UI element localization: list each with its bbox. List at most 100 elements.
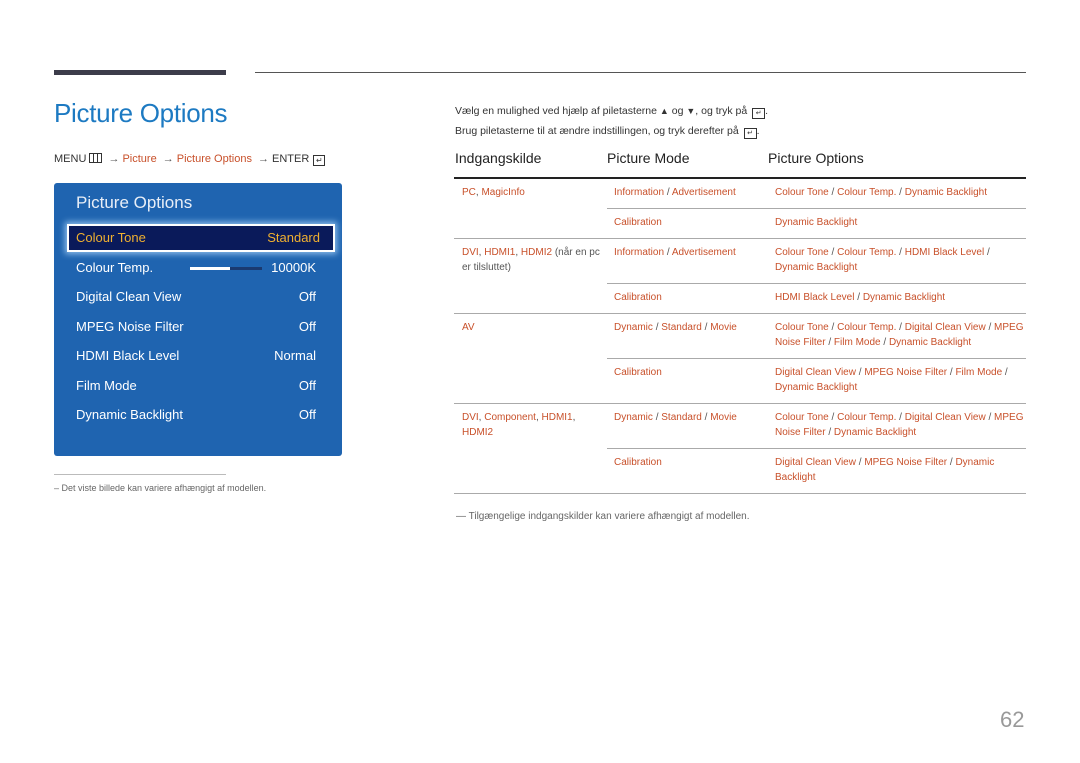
colour-temp-slider[interactable] bbox=[190, 267, 262, 270]
menu-item-colour-tone[interactable]: Colour Tone Standard bbox=[67, 224, 335, 252]
comma: , bbox=[572, 412, 576, 423]
menu-item-label: Dynamic Backlight bbox=[76, 407, 183, 422]
panel-title: Picture Options bbox=[76, 193, 193, 212]
column-header-picture-mode: Picture Mode bbox=[607, 150, 690, 166]
separator: / bbox=[704, 322, 708, 333]
menu-item-digital-clean-view[interactable]: Digital Clean View Off bbox=[76, 286, 318, 308]
breadcrumb-picture[interactable]: Picture bbox=[122, 153, 156, 165]
instructions: Vælg en mulighed ved hjælp af piletaster… bbox=[455, 101, 768, 141]
picture-option-link[interactable]: Colour Tone bbox=[775, 247, 829, 258]
separator: / bbox=[899, 412, 902, 423]
picture-mode-link[interactable]: Calibration bbox=[614, 457, 662, 468]
instruction-text: , og tryk på bbox=[695, 105, 748, 117]
source-link[interactable]: HDMI2 bbox=[521, 247, 552, 258]
table-row-group: DVI, Component, HDMI1, HDMI2 Dynamic / St… bbox=[454, 404, 1026, 494]
table-row: Calibration Dynamic Backlight bbox=[607, 208, 1026, 238]
picture-option-link[interactable]: Colour Tone bbox=[775, 187, 829, 198]
table-row: Calibration Digital Clean View / MPEG Noi… bbox=[607, 448, 1026, 493]
menu-item-label: Colour Temp. bbox=[76, 260, 154, 275]
picture-mode-link[interactable]: Dynamic bbox=[614, 412, 653, 423]
picture-mode-link[interactable]: Standard bbox=[661, 322, 702, 333]
menu-item-film-mode[interactable]: Film Mode Off bbox=[76, 375, 318, 397]
header-rule-thick bbox=[54, 70, 226, 75]
picture-mode-link[interactable]: Information bbox=[614, 187, 664, 198]
menu-item-hdmi-black-level[interactable]: HDMI Black Level Normal bbox=[76, 345, 318, 367]
picture-mode-link[interactable]: Movie bbox=[710, 412, 737, 423]
picture-mode-link[interactable]: Advertisement bbox=[672, 187, 736, 198]
menu-icon bbox=[89, 153, 103, 163]
arrow-icon: → bbox=[162, 153, 174, 165]
instruction-text: og bbox=[671, 105, 684, 117]
picture-options-cell: Colour Tone / Colour Temp. / HDMI Black … bbox=[775, 239, 1026, 283]
picture-mode-link[interactable]: Calibration bbox=[614, 367, 662, 378]
separator: / bbox=[949, 457, 953, 468]
picture-option-link[interactable]: Film Mode bbox=[955, 367, 1002, 378]
picture-mode-link[interactable]: Calibration bbox=[614, 292, 662, 303]
source-link[interactable]: PC bbox=[462, 187, 476, 198]
table-row-group: AV Dynamic / Standard / Movie Colour Tone … bbox=[454, 314, 1026, 404]
picture-option-link[interactable]: Dynamic Backlight bbox=[775, 262, 857, 273]
separator: / bbox=[899, 187, 902, 198]
picture-option-link[interactable]: Digital Clean View bbox=[905, 412, 986, 423]
picture-option-link[interactable]: Colour Temp. bbox=[837, 322, 896, 333]
picture-option-link[interactable]: Digital Clean View bbox=[775, 367, 856, 378]
up-arrow-icon: ▲ bbox=[659, 106, 669, 116]
source-link[interactable]: HDMI1 bbox=[484, 247, 515, 258]
separator: / bbox=[1004, 367, 1008, 378]
picture-mode-link[interactable]: Movie bbox=[710, 322, 737, 333]
menu-item-mpeg-noise-filter[interactable]: MPEG Noise Filter Off bbox=[76, 316, 318, 338]
menu-item-colour-temp[interactable]: Colour Temp. 10000K bbox=[76, 257, 318, 279]
picture-options-cell: Colour Tone / Colour Temp. / Digital Cle… bbox=[775, 404, 1026, 448]
picture-mode-link[interactable]: Information bbox=[614, 247, 664, 258]
picture-options-panel: Picture Options Colour Tone Standard Col… bbox=[54, 183, 342, 456]
picture-option-link[interactable]: Dynamic Backlight bbox=[775, 382, 857, 393]
picture-option-link[interactable]: Colour Tone bbox=[775, 412, 829, 423]
separator: / bbox=[899, 322, 902, 333]
separator: / bbox=[831, 322, 835, 333]
separator: / bbox=[858, 367, 862, 378]
breadcrumb-picture-options[interactable]: Picture Options bbox=[177, 153, 252, 165]
picture-mode-cell: Calibration bbox=[614, 455, 764, 470]
picture-options-cell: HDMI Black Level / Dynamic Backlight bbox=[775, 284, 1026, 313]
menu-item-label: Digital Clean View bbox=[76, 289, 182, 304]
source-link[interactable]: Component bbox=[484, 412, 536, 423]
instruction-text: Vælg en mulighed ved hjælp af piletaster… bbox=[455, 105, 657, 117]
picture-option-link[interactable]: Digital Clean View bbox=[905, 322, 986, 333]
picture-option-link[interactable]: Dynamic Backlight bbox=[905, 187, 987, 198]
picture-option-link[interactable]: Dynamic Backlight bbox=[889, 337, 971, 348]
picture-options-cell: Digital Clean View / MPEG Noise Filter /… bbox=[775, 449, 1026, 493]
picture-option-link[interactable]: Dynamic Backlight bbox=[834, 427, 916, 438]
picture-option-link[interactable]: MPEG Noise Filter bbox=[864, 457, 947, 468]
menu-item-dynamic-backlight[interactable]: Dynamic Backlight Off bbox=[76, 404, 318, 426]
source-link[interactable]: DVI bbox=[462, 412, 479, 423]
separator: / bbox=[949, 367, 953, 378]
picture-mode-link[interactable]: Advertisement bbox=[672, 247, 736, 258]
picture-option-link[interactable]: Colour Temp. bbox=[837, 187, 896, 198]
picture-option-link[interactable]: Dynamic Backlight bbox=[775, 217, 857, 228]
picture-mode-cell: Information / Advertisement bbox=[614, 245, 764, 260]
picture-option-link[interactable]: Digital Clean View bbox=[775, 457, 856, 468]
separator: / bbox=[704, 412, 708, 423]
source-link[interactable]: HDMI2 bbox=[462, 427, 493, 438]
picture-option-link[interactable]: MPEG Noise Filter bbox=[864, 367, 947, 378]
picture-option-link[interactable]: HDMI Black Level bbox=[775, 292, 854, 303]
picture-option-link[interactable]: Colour Temp. bbox=[837, 247, 896, 258]
picture-option-link[interactable]: Film Mode bbox=[834, 337, 881, 348]
picture-option-link[interactable]: HDMI Black Level bbox=[905, 247, 984, 258]
picture-option-link[interactable]: Dynamic Backlight bbox=[863, 292, 945, 303]
source-link[interactable]: HDMI1 bbox=[542, 412, 573, 423]
picture-mode-link[interactable]: Standard bbox=[661, 412, 702, 423]
source-disclaimer-text: Tilgængelige indgangskilder kan variere … bbox=[468, 511, 750, 522]
picture-mode-cell: Information / Advertisement bbox=[614, 185, 764, 200]
instruction-text: Brug piletasterne til at ændre indstilli… bbox=[455, 125, 739, 137]
enter-icon: ↵ bbox=[752, 108, 766, 119]
source-link[interactable]: DVI bbox=[462, 247, 479, 258]
source-link[interactable]: AV bbox=[462, 322, 475, 333]
picture-mode-link[interactable]: Calibration bbox=[614, 217, 662, 228]
picture-option-link[interactable]: Colour Temp. bbox=[837, 412, 896, 423]
source-link[interactable]: MagicInfo bbox=[481, 187, 524, 198]
picture-mode-link[interactable]: Dynamic bbox=[614, 322, 653, 333]
separator: / bbox=[858, 457, 862, 468]
enter-icon: ↵ bbox=[743, 128, 757, 139]
picture-option-link[interactable]: Colour Tone bbox=[775, 322, 829, 333]
